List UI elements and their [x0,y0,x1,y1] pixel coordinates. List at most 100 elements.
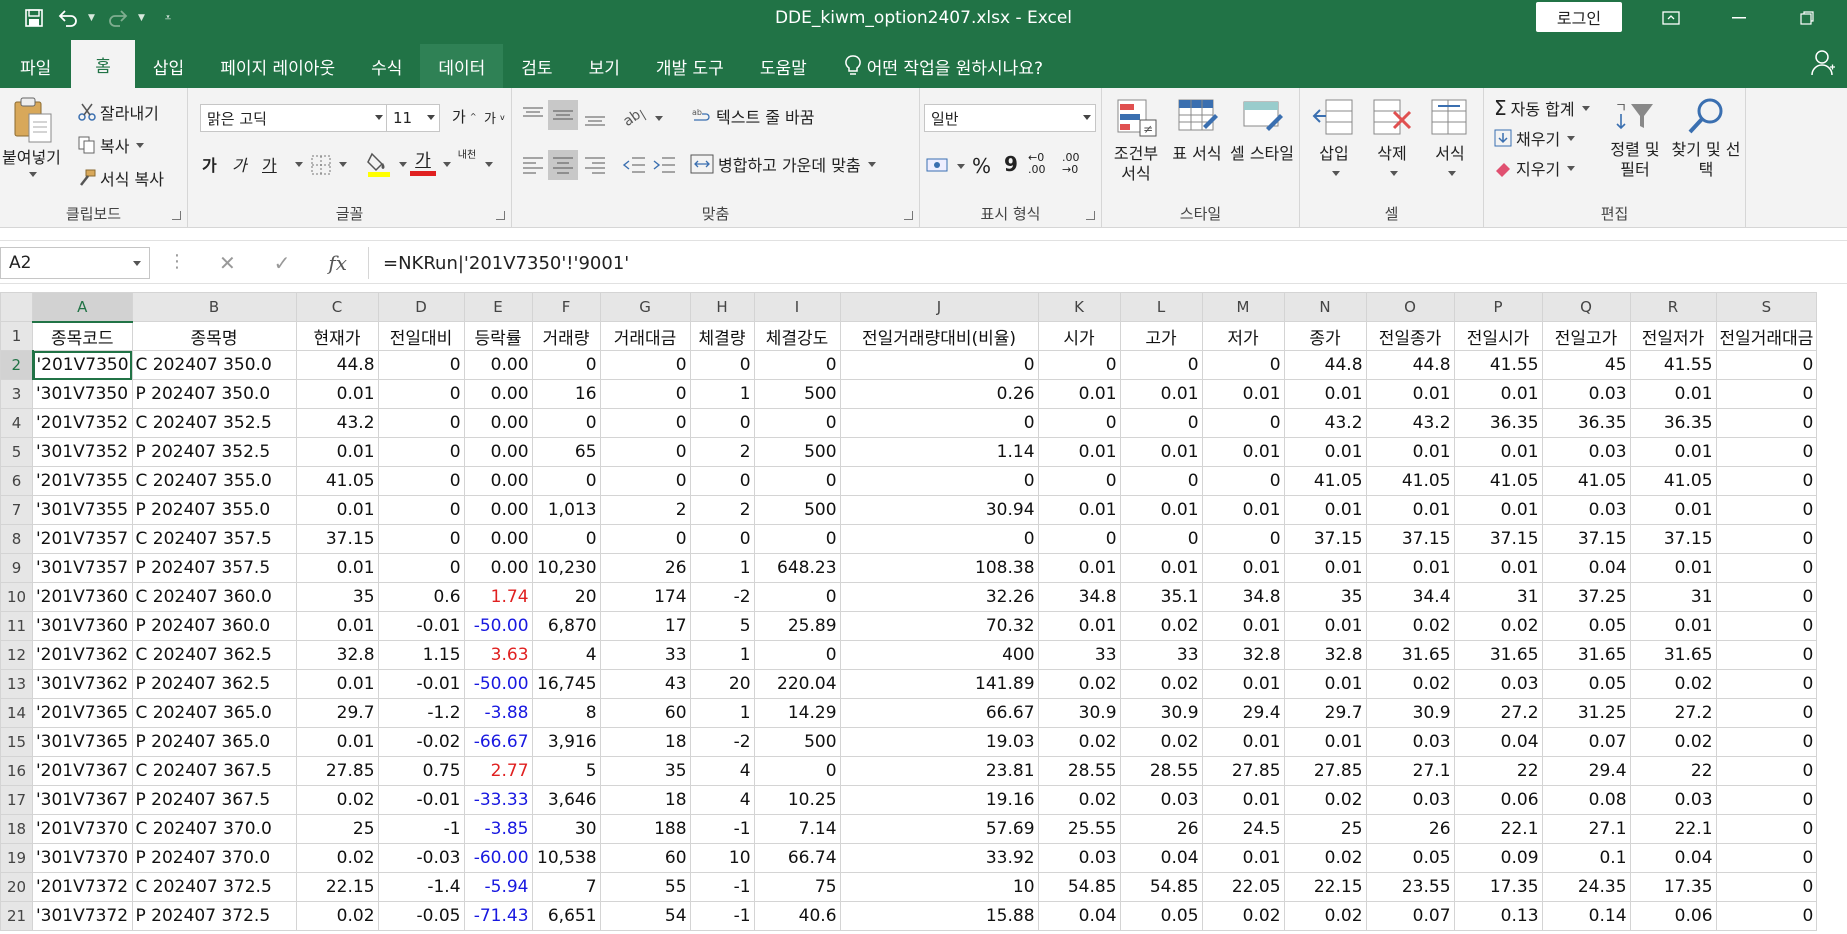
cell[interactable]: 0.08 [1541,785,1631,815]
column-header-j[interactable]: J [839,292,1039,322]
cell[interactable]: 27.2 [1629,698,1717,728]
cell[interactable]: 36.35 [1453,408,1543,438]
format-cells-button[interactable]: 서식 [1420,96,1480,180]
cell[interactable]: '201V7360 [32,582,133,612]
cell[interactable]: 41.05 [1541,466,1631,496]
cell[interactable]: 0 [599,437,691,467]
cell[interactable]: 0.01 [1283,495,1367,525]
header-cell[interactable]: 고가 [1119,321,1203,351]
cell[interactable]: '301V7367 [32,785,133,815]
cell[interactable]: 29.7 [1283,698,1367,728]
column-header-r[interactable]: R [1629,292,1717,322]
cell[interactable]: 10,230 [531,553,601,583]
cell[interactable]: 0.14 [1541,901,1631,931]
tab-help[interactable]: 도움말 [742,44,825,88]
cell[interactable]: 1,013 [531,495,601,525]
cell[interactable]: 75 [753,872,841,902]
cell[interactable]: 0.04 [1541,553,1631,583]
cell[interactable]: 0 [1119,466,1203,496]
cell[interactable]: P 202407 355.0 [131,495,297,525]
cell[interactable]: 0 [1715,727,1818,757]
cell[interactable]: 0.01 [1365,437,1455,467]
sort-filter-button[interactable]: ㄱ 정렬 및 필터 [1602,96,1668,180]
orientation-icon[interactable]: ab [620,104,650,126]
header-cell[interactable]: 전일거래량대비(비율) [839,321,1039,351]
enter-icon[interactable]: ✓ [274,251,291,275]
format-painter-button[interactable]: 서식 복사 [78,166,164,190]
cell[interactable]: P 202407 360.0 [131,611,297,641]
phonetic-guide-button[interactable]: 내천 [456,150,478,161]
cell[interactable]: 0 [1715,640,1818,670]
ribbon-display-options-icon[interactable] [1648,0,1694,36]
cell[interactable]: 25 [295,814,379,844]
cell[interactable]: 0.01 [295,727,379,757]
cell[interactable]: '301V7360 [32,611,133,641]
header-cell[interactable]: 등락률 [463,321,533,351]
restore-icon[interactable] [1784,0,1830,36]
cell[interactable]: 37.15 [1365,524,1455,554]
cell[interactable]: 23.81 [839,756,1039,786]
cell[interactable]: 0.01 [295,437,379,467]
cell[interactable]: 0.01 [1453,495,1543,525]
cell[interactable]: 188 [599,814,691,844]
cell[interactable]: 6,870 [531,611,601,641]
bold-button[interactable]: 가 [202,152,217,176]
header-cell[interactable]: 거래대금 [599,321,691,351]
cell[interactable]: 10,538 [531,843,601,873]
cell[interactable]: -0.02 [377,727,465,757]
clipboard-launcher-icon[interactable] [172,211,181,220]
cell[interactable]: 500 [753,727,841,757]
cell[interactable]: 0.01 [295,669,379,699]
cell[interactable]: 0 [753,524,841,554]
grow-font-button[interactable]: 가 ^ [452,106,477,127]
cell[interactable]: 34.4 [1365,582,1455,612]
cell[interactable]: '301V7370 [32,843,133,873]
cell[interactable]: 174 [599,582,691,612]
cell[interactable]: 0 [531,408,601,438]
cell[interactable]: 54.85 [1119,872,1203,902]
cell[interactable]: 1.15 [377,640,465,670]
row-header[interactable]: 11 [0,611,33,641]
cell[interactable]: 0 [1715,814,1818,844]
cell[interactable]: 0.00 [463,524,533,554]
cell[interactable]: 0.01 [295,379,379,409]
cell[interactable]: '301V7362 [32,669,133,699]
undo-icon[interactable] [54,4,82,32]
cell[interactable]: 43.2 [1283,408,1367,438]
cell[interactable]: 0.01 [1201,843,1285,873]
cell[interactable]: 0 [1119,524,1203,554]
cell[interactable]: '201V7362 [32,640,133,670]
cell[interactable]: C 202407 365.0 [131,698,297,728]
cell[interactable]: 0 [1715,872,1818,902]
row-header[interactable]: 15 [0,727,33,757]
cell[interactable]: 44.8 [295,350,379,380]
align-left-icon[interactable] [522,154,544,176]
tab-data[interactable]: 데이터 [420,44,504,88]
cell[interactable]: 44.8 [1365,350,1455,380]
cell[interactable]: 0 [1715,669,1818,699]
align-bottom-icon[interactable] [584,106,606,128]
cell[interactable]: 35 [599,756,691,786]
header-cell[interactable]: 저가 [1201,321,1285,351]
header-cell[interactable]: 거래량 [531,321,601,351]
cell[interactable]: 0.26 [839,379,1039,409]
italic-button[interactable]: 가 [232,152,247,176]
tab-formulas[interactable]: 수식 [353,44,420,88]
cell[interactable]: 0.05 [1541,669,1631,699]
cell[interactable]: 0.01 [1201,727,1285,757]
cell[interactable]: -1.4 [377,872,465,902]
cell[interactable]: 0.03 [1629,785,1717,815]
cell[interactable]: 22.15 [295,872,379,902]
header-cell[interactable]: 체결강도 [753,321,841,351]
cell[interactable]: 27.1 [1365,756,1455,786]
cell[interactable]: -0.05 [377,901,465,931]
cell[interactable]: 37.15 [295,524,379,554]
cell[interactable]: 0 [689,408,755,438]
find-select-button[interactable]: 찾기 및 선택 [1670,96,1742,180]
cell[interactable]: 20 [689,669,755,699]
cell[interactable]: 0.01 [1365,495,1455,525]
tab-file[interactable]: 파일 [0,44,71,88]
align-top-icon[interactable] [522,106,544,126]
cell[interactable]: 0.02 [1365,611,1455,641]
cell[interactable]: 0 [1715,843,1818,873]
